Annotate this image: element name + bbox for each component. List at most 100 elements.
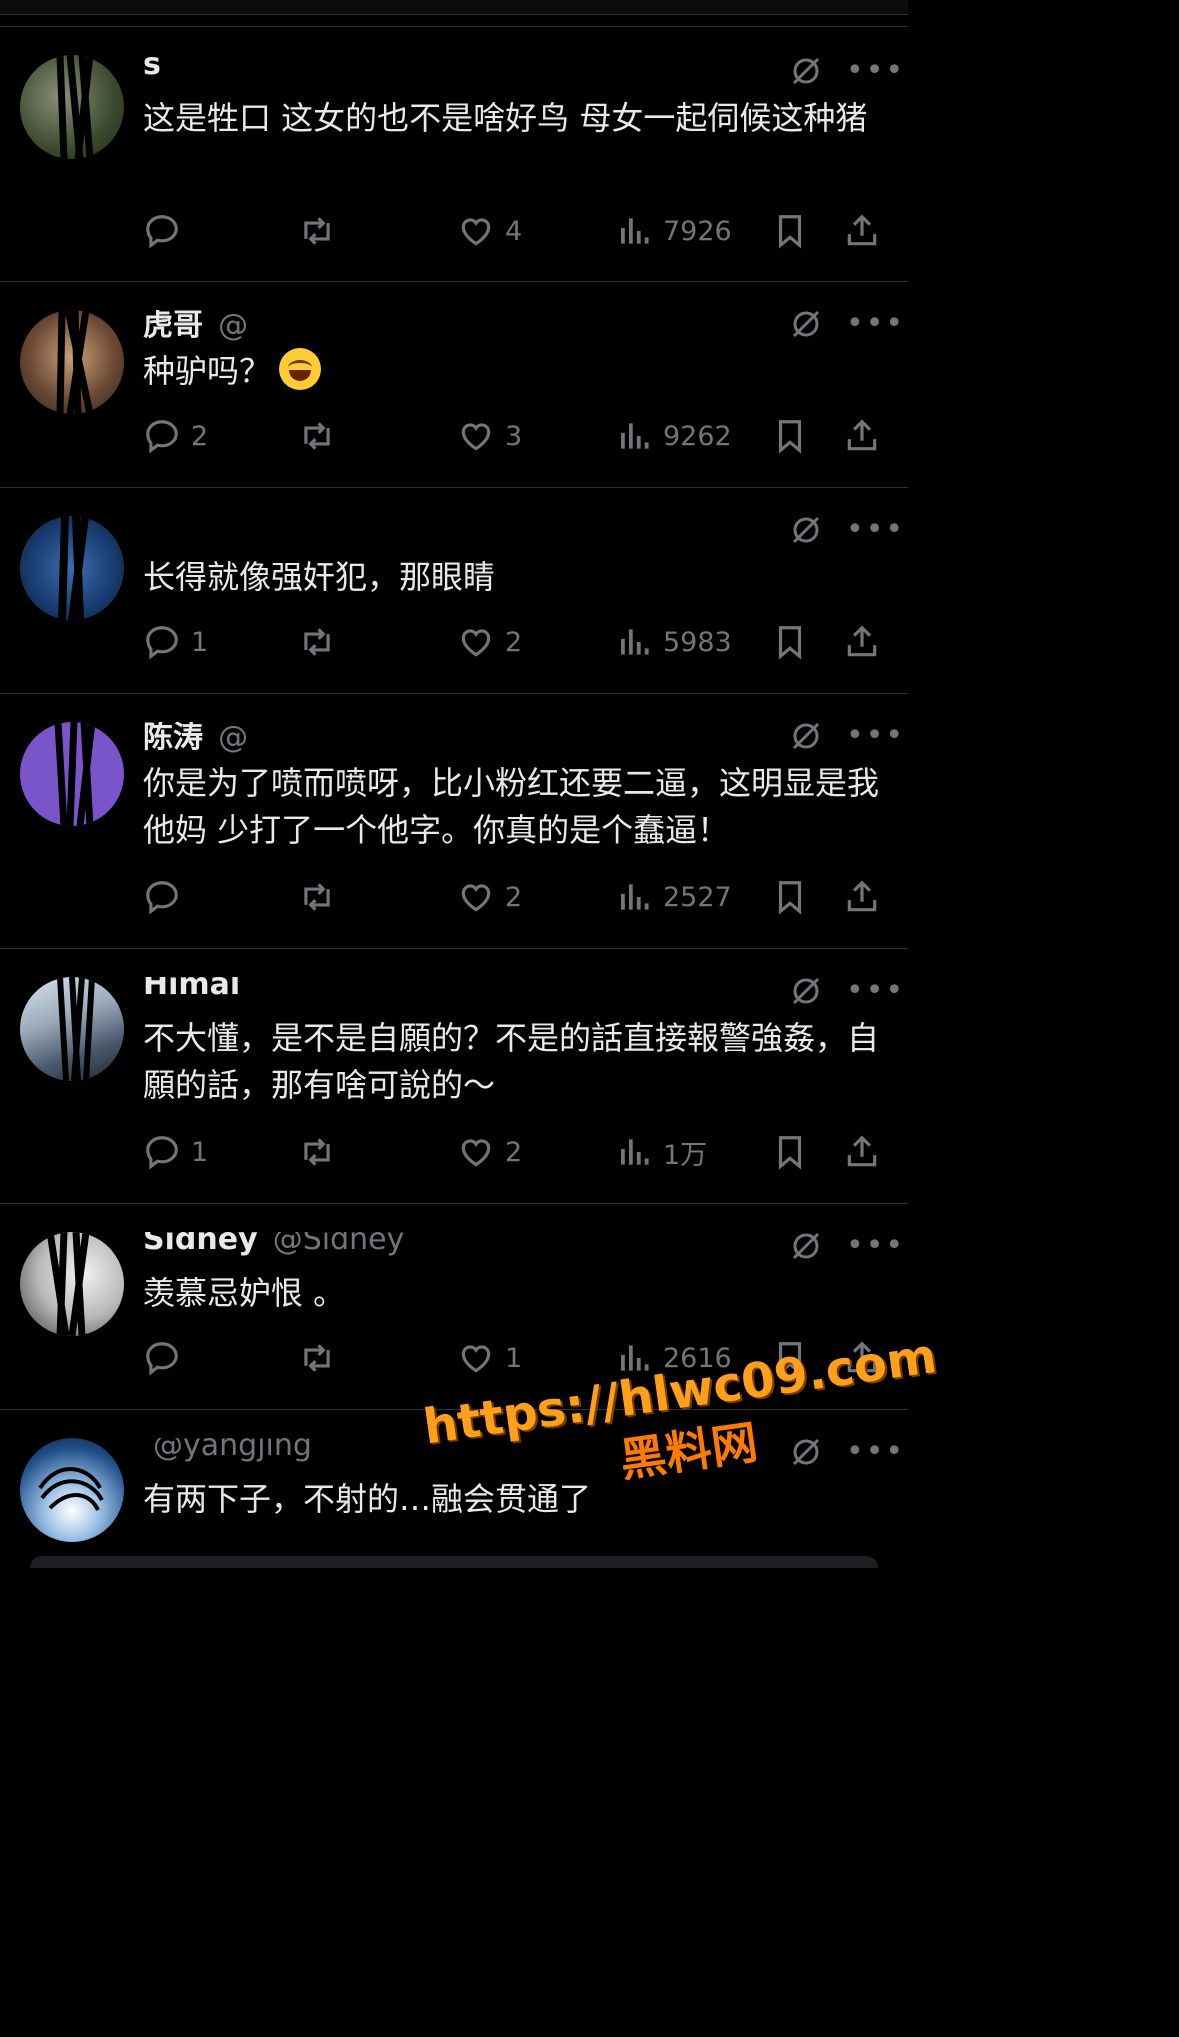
avatar[interactable]: [20, 1438, 124, 1542]
share-button[interactable]: [843, 875, 881, 919]
tweet[interactable]: Himal ••• 不大懂，是不是自願的？不是的話直接報警強姦，自願的話，那有啥…: [0, 948, 908, 1203]
like-count: 4: [505, 215, 523, 247]
reply-button[interactable]: [143, 875, 191, 919]
reply-count: 1: [191, 626, 209, 658]
like-button[interactable]: 3: [457, 414, 522, 458]
view-count: 2527: [663, 881, 732, 913]
like-button[interactable]: 4: [457, 209, 522, 253]
like-count: 2: [505, 1136, 523, 1168]
tweet-text: 这是牲口 这女的也不是啥好鸟 母女一起伺候这种猪: [143, 99, 868, 137]
share-icon: [847, 419, 877, 451]
share-button[interactable]: [843, 414, 881, 458]
grok-icon[interactable]: [790, 55, 822, 87]
retweet-button[interactable]: [298, 414, 346, 458]
like-icon: [461, 218, 491, 246]
scribble-redaction: [56, 55, 94, 159]
reply-icon: [146, 626, 178, 660]
author-name[interactable]: s: [143, 57, 161, 82]
more-icon[interactable]: •••: [846, 309, 903, 339]
author-name[interactable]: 虎哥: [143, 310, 203, 343]
tweet[interactable]: 虎哥 @ ••• 种驴吗？ 2 3 9262: [0, 281, 908, 487]
tweet[interactable]: 陈涛 @ ••• 你是为了喷而喷呀，比小粉红还要二逼，这明显是我他妈 少打了一个…: [0, 693, 908, 948]
views-button[interactable]: 5983: [615, 620, 732, 664]
tweet[interactable]: s ••• 这是牲口 这女的也不是啥好鸟 母女一起伺候这种猪 4 7926: [0, 26, 908, 281]
retweet-button[interactable]: [298, 1130, 346, 1174]
like-icon: [461, 423, 491, 451]
grok-icon[interactable]: [790, 975, 822, 1007]
tweet-header: s: [143, 57, 858, 95]
author-name[interactable]: 陈涛: [143, 722, 203, 755]
tweet-text: 羡慕忌妒恨 。: [143, 1274, 346, 1312]
views-icon: [621, 423, 649, 449]
views-button[interactable]: 9262: [615, 414, 732, 458]
grok-icon[interactable]: [790, 1230, 822, 1262]
tweet-text: 种驴吗？: [143, 348, 886, 395]
views-button[interactable]: 2527: [615, 875, 732, 919]
reply-icon: [146, 215, 178, 249]
bookmark-button[interactable]: [771, 620, 809, 664]
bookmark-button[interactable]: [771, 875, 809, 919]
grok-icon[interactable]: [790, 720, 822, 752]
more-icon[interactable]: •••: [846, 515, 903, 545]
author-name[interactable]: Himal: [143, 977, 240, 1002]
more-icon[interactable]: •••: [846, 56, 903, 86]
author-name[interactable]: Sidney: [143, 1232, 258, 1257]
like-button[interactable]: 1: [457, 1336, 522, 1380]
like-count: 2: [505, 626, 523, 658]
share-button[interactable]: [843, 209, 881, 253]
bookmark-button[interactable]: [771, 414, 809, 458]
avatar[interactable]: [20, 310, 124, 414]
bookmark-button[interactable]: [771, 209, 809, 253]
retweet-button[interactable]: [298, 875, 346, 919]
like-icon: [461, 884, 491, 912]
scribble-redaction: [38, 1467, 104, 1511]
like-icon: [461, 1345, 491, 1373]
more-icon[interactable]: •••: [846, 721, 903, 751]
views-button[interactable]: 1万: [615, 1130, 707, 1174]
views-button[interactable]: 7926: [615, 209, 732, 253]
like-count: 3: [505, 420, 523, 452]
author-handle[interactable]: @Sidney: [273, 1232, 405, 1257]
like-button[interactable]: 2: [457, 620, 522, 664]
bookmark-icon: [778, 215, 802, 249]
reply-button[interactable]: [143, 1336, 191, 1380]
retweet-button[interactable]: [298, 620, 346, 664]
tweet-header: 陈涛 @: [143, 722, 858, 760]
avatar[interactable]: [20, 55, 124, 159]
retweet-button[interactable]: [298, 1336, 346, 1380]
share-button[interactable]: [843, 1130, 881, 1174]
avatar[interactable]: [20, 977, 124, 1081]
scribble-redaction: [57, 977, 95, 1081]
tweet-actions: 2 3 9262: [143, 414, 888, 458]
more-icon[interactable]: •••: [846, 976, 903, 1006]
like-button[interactable]: 2: [457, 1130, 522, 1174]
views-icon: [621, 629, 649, 655]
reply-button[interactable]: [143, 209, 191, 253]
tweet-text: 长得就像强奸犯，那眼睛: [143, 558, 496, 596]
grok-icon[interactable]: [790, 308, 822, 340]
grok-icon[interactable]: [790, 514, 822, 546]
reply-button[interactable]: 1: [143, 620, 208, 664]
tweet-text: 不大懂，是不是自願的？不是的話直接報警強姦，自願的話，那有啥可說的～: [143, 1019, 880, 1104]
author-handle[interactable]: @: [218, 722, 248, 755]
more-icon[interactable]: •••: [846, 1231, 903, 1261]
reply-button[interactable]: 1: [143, 1130, 208, 1174]
share-button[interactable]: [843, 620, 881, 664]
bookmark-icon: [778, 420, 802, 454]
tweet[interactable]: ••• 长得就像强奸犯，那眼睛 1 2 5983: [0, 487, 908, 693]
retweet-icon: [304, 883, 330, 911]
view-count: 9262: [663, 420, 732, 452]
reply-icon: [146, 420, 178, 454]
like-button[interactable]: 2: [457, 875, 522, 919]
retweet-button[interactable]: [298, 209, 346, 253]
author-handle[interactable]: @: [218, 310, 248, 343]
bookmark-button[interactable]: [771, 1130, 809, 1174]
scribble-redaction: [46, 1232, 90, 1336]
avatar[interactable]: [20, 722, 124, 826]
reply-icon: [146, 1136, 178, 1170]
reply-button[interactable]: 2: [143, 414, 208, 458]
like-count: 1: [505, 1342, 523, 1374]
author-handle[interactable]: @yangjing: [153, 1438, 312, 1463]
avatar[interactable]: [20, 1232, 124, 1336]
avatar[interactable]: [20, 516, 124, 620]
